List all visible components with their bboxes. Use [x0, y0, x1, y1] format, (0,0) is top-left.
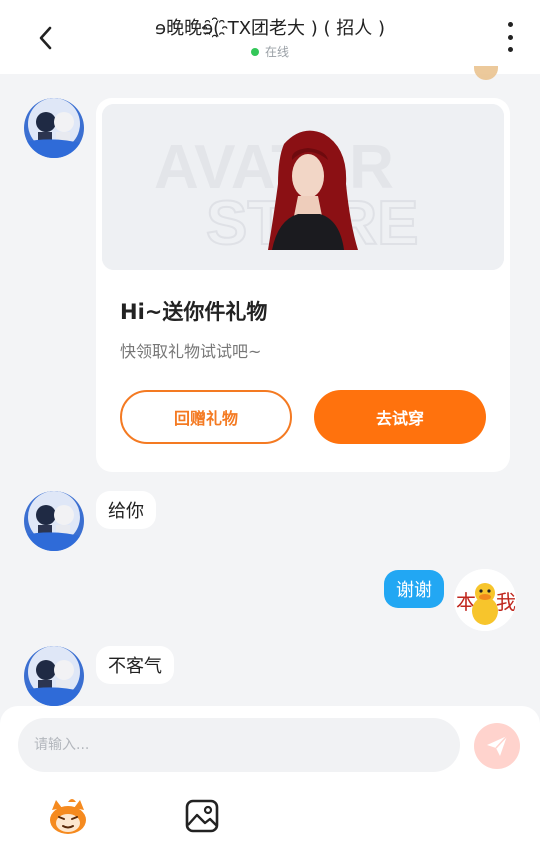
avatar-image: [24, 491, 84, 551]
online-status: 在线: [90, 43, 450, 60]
incoming-message[interactable]: 给你: [96, 491, 156, 529]
contact-avatar[interactable]: [24, 491, 84, 551]
emoji-icon: [50, 799, 86, 834]
gift-card: AVATAR STORE Hi~送你件礼物 快领取礼物试试吧~ 回赠礼物 去试穿: [96, 98, 510, 472]
more-button[interactable]: [502, 22, 518, 52]
contact-avatar[interactable]: [24, 646, 84, 706]
avatar-image: [24, 646, 84, 706]
send-button[interactable]: [474, 723, 520, 769]
return-gift-button[interactable]: 回赠礼物: [120, 390, 292, 444]
self-avatar-partial: [474, 66, 498, 80]
incoming-message[interactable]: 不客气: [96, 646, 174, 684]
duck-avatar-image: 本 我: [454, 569, 516, 631]
composer: [0, 706, 540, 860]
send-icon: [487, 735, 508, 756]
online-dot: [250, 47, 259, 56]
chat-title: ɘ晚晚ɘ(҈TX团老大 ) ( 招人 ): [155, 18, 385, 39]
image-icon: [185, 799, 219, 833]
svg-text:我: 我: [496, 590, 516, 614]
status-text: 在线: [264, 45, 289, 59]
image-button[interactable]: [184, 798, 220, 834]
chevron-left-icon: [39, 26, 52, 50]
chat-header: ɘ晚晚ɘ(҈TX团老大 ) ( 招人 ) 在线: [90, 14, 450, 60]
back-button[interactable]: [28, 20, 64, 56]
gift-card-subtitle: 快领取礼物试试吧~: [120, 342, 262, 361]
top-bar: ɘ晚晚ɘ(҈TX团老大 ) ( 招人 ) 在线: [0, 0, 540, 74]
outgoing-message[interactable]: 谢谢: [384, 570, 444, 608]
self-avatar[interactable]: 本 我: [454, 569, 516, 631]
try-on-button[interactable]: 去试穿: [314, 390, 486, 444]
more-vertical-icon: [507, 22, 513, 27]
avatar-store-banner: AVATAR STORE: [102, 104, 504, 270]
message-input[interactable]: [18, 718, 460, 772]
avatar-image: [24, 98, 84, 158]
contact-avatar[interactable]: [24, 98, 84, 158]
emoji-button[interactable]: [46, 796, 90, 836]
gift-card-title: Hi~送你件礼物: [120, 300, 268, 324]
